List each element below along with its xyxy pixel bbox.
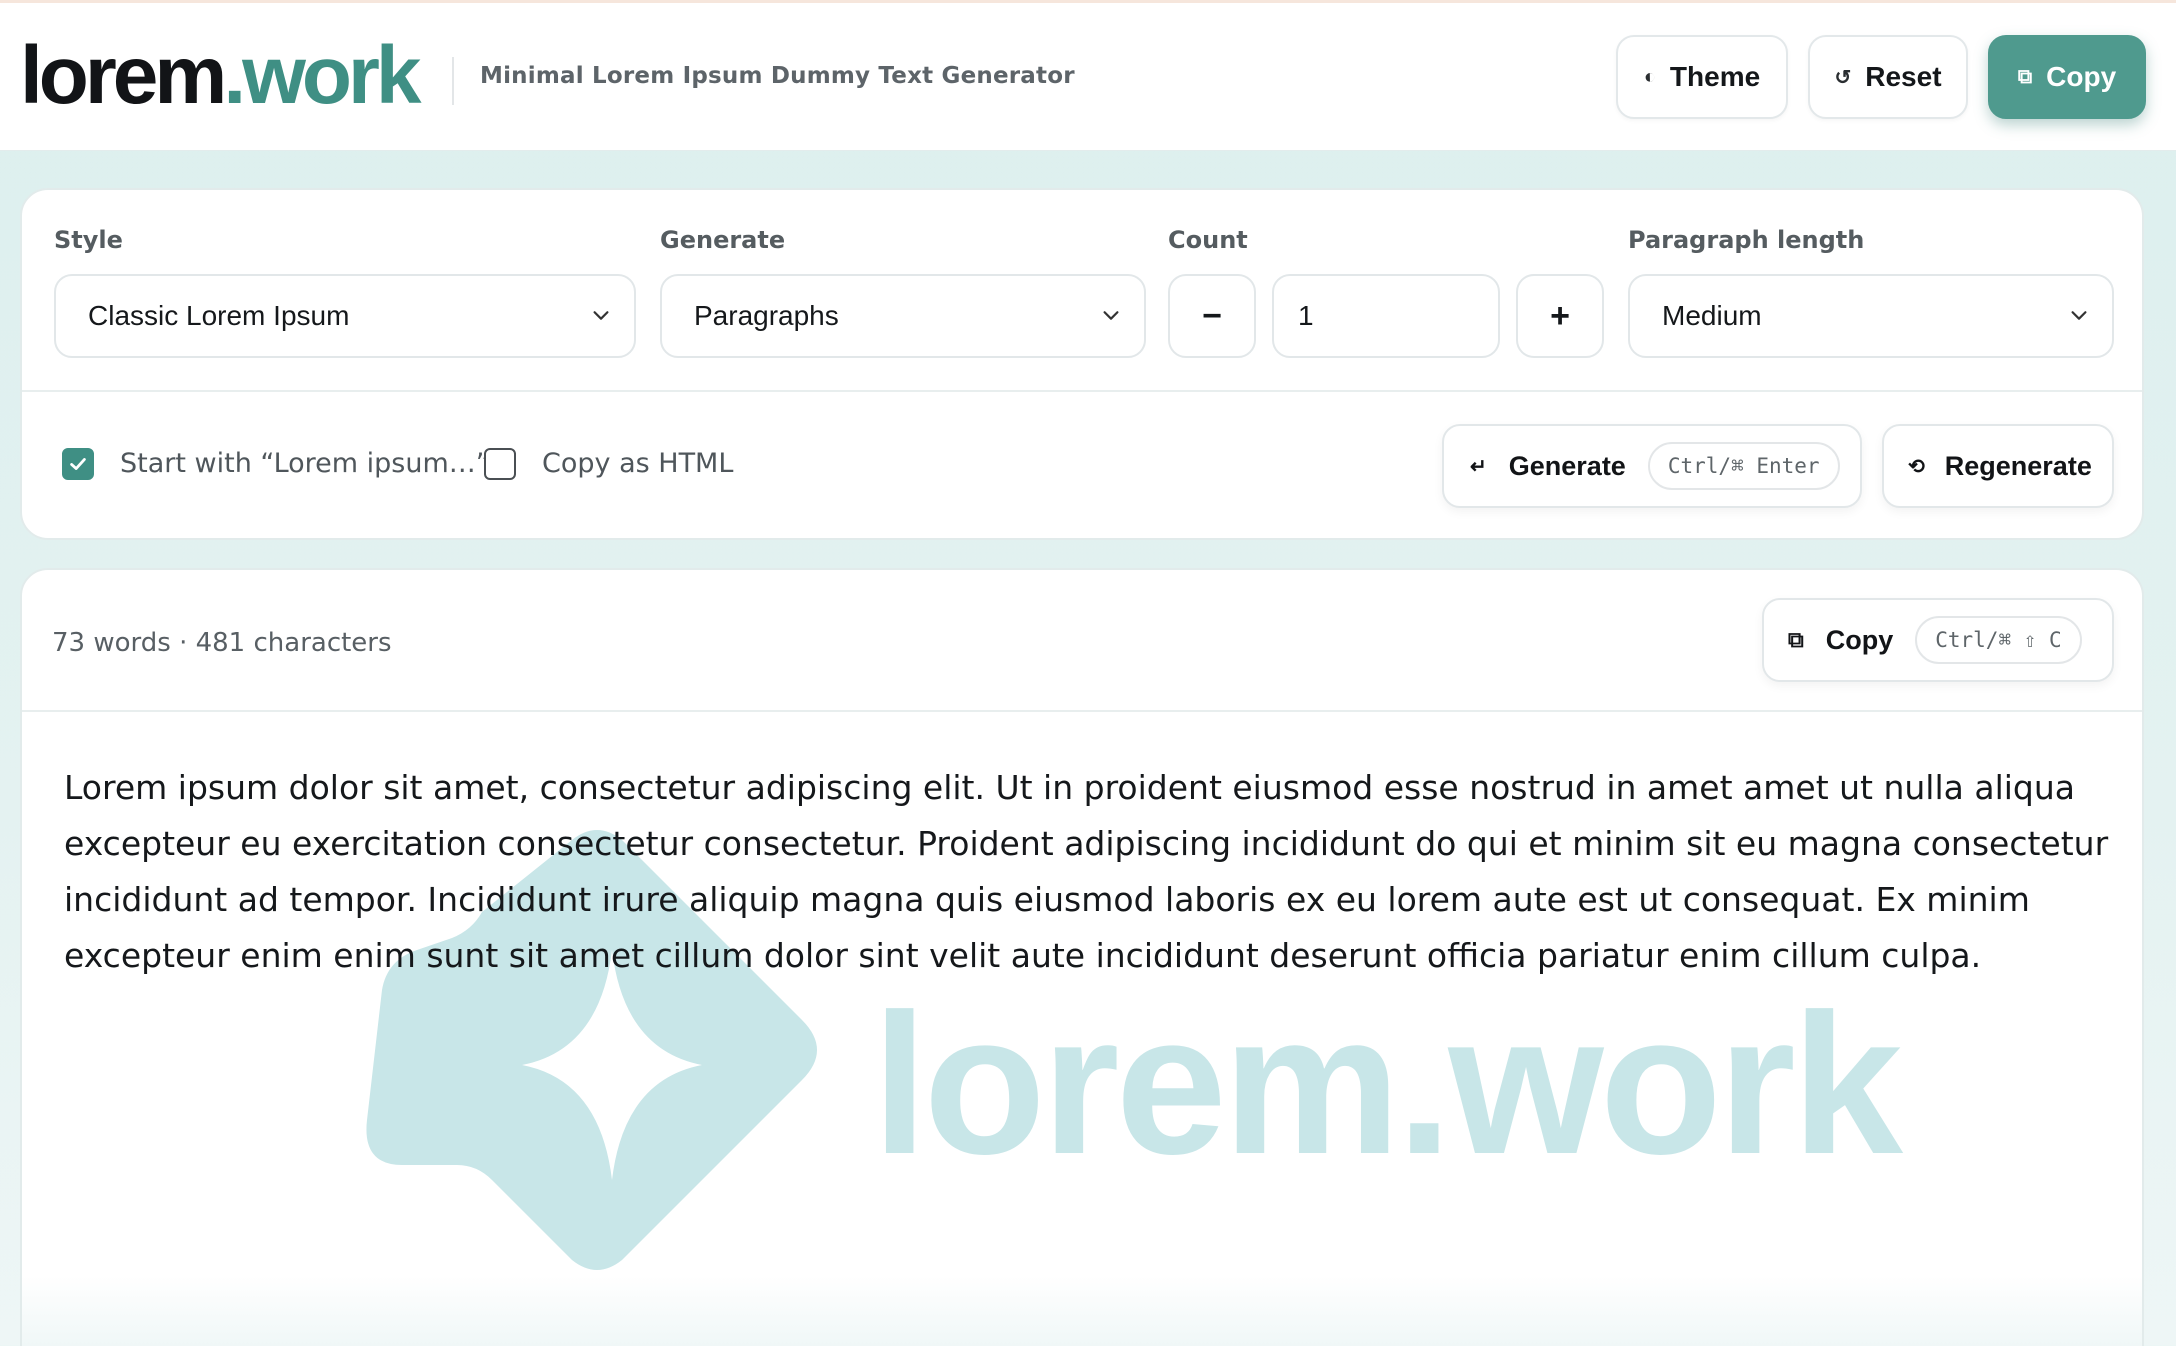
generate-label: Generate xyxy=(660,226,786,254)
output-divider xyxy=(22,710,2142,712)
theme-button[interactable]: ◐ Theme xyxy=(1616,35,1788,119)
copy-icon: ⧉ xyxy=(1788,627,1804,652)
count-label: Count xyxy=(1168,226,1248,254)
settings-card: Style Classic Lorem Ipsum Generate Parag… xyxy=(20,188,2144,540)
copy-as-html-label[interactable]: Copy as HTML xyxy=(542,448,733,480)
logo-text-part1: lorem xyxy=(20,30,227,121)
style-label: Style xyxy=(54,226,123,254)
header-divider xyxy=(452,57,454,105)
header-copy-label: Copy xyxy=(2046,61,2117,92)
style-select-value: Classic Lorem Ipsum xyxy=(88,300,350,331)
start-with-lorem-label[interactable]: Start with “Lorem ipsum…” xyxy=(120,448,490,480)
app-header: lorem.work Minimal Lorem Ipsum Dummy Tex… xyxy=(0,3,2176,151)
output-copy-label: Copy xyxy=(1825,624,1894,655)
generate-button[interactable]: ↵ Generate Ctrl/⌘ Enter xyxy=(1442,424,1862,508)
regenerate-button-label: Regenerate xyxy=(1944,450,2092,481)
output-copy-button[interactable]: ⧉ Copy Ctrl/⌘ ⇧ C xyxy=(1762,598,2114,682)
count-increment-button[interactable]: + xyxy=(1516,274,1604,358)
start-with-lorem-checkbox[interactable] xyxy=(62,448,94,480)
chevron-down-icon xyxy=(1103,311,1119,320)
paragraph-length-label: Paragraph length xyxy=(1628,226,1865,254)
paragraph-length-select[interactable]: Medium xyxy=(1628,274,2114,358)
header-copy-button[interactable]: ⧉ Copy xyxy=(1988,35,2146,119)
word-char-stats: 73 words · 481 characters xyxy=(52,628,392,658)
settings-divider xyxy=(22,390,2142,392)
brand-logo[interactable]: lorem.work xyxy=(20,30,421,121)
bottom-fade xyxy=(22,1276,2142,1346)
chevron-down-icon xyxy=(2071,311,2087,320)
generate-shortcut-badge: Ctrl/⌘ Enter xyxy=(1647,442,1840,490)
logo-text-part2: .work xyxy=(223,30,421,121)
count-decrement-button[interactable]: − xyxy=(1168,274,1256,358)
half-circle-icon: ◐ xyxy=(1643,65,1656,88)
paragraph-length-value: Medium xyxy=(1662,300,1762,331)
generated-lorem-text[interactable]: Lorem ipsum dolor sit amet, consectetur … xyxy=(64,760,2114,984)
regenerate-icon: ⟲ xyxy=(1908,455,1925,478)
reset-button[interactable]: ↺ Reset xyxy=(1808,35,1968,119)
generate-select[interactable]: Paragraphs xyxy=(660,274,1146,358)
copy-as-html-checkbox[interactable] xyxy=(484,448,516,480)
output-card: 73 words · 481 characters ⧉ Copy Ctrl/⌘ … xyxy=(20,568,2144,1346)
tagline: Minimal Lorem Ipsum Dummy Text Generator xyxy=(480,63,1075,89)
enter-arrow-icon: ↵ xyxy=(1470,455,1487,478)
generate-select-value: Paragraphs xyxy=(694,300,839,331)
copy-icon: ⧉ xyxy=(2017,65,2033,88)
generate-button-label: Generate xyxy=(1508,450,1626,481)
chevron-down-icon xyxy=(593,311,609,320)
theme-button-label: Theme xyxy=(1669,61,1761,92)
style-select[interactable]: Classic Lorem Ipsum xyxy=(54,274,636,358)
refresh-icon: ↺ xyxy=(1834,66,1852,89)
reset-button-label: Reset xyxy=(1865,61,1942,92)
brand-watermark-text: lorem.work xyxy=(872,973,1903,1196)
regenerate-button[interactable]: ⟲ Regenerate xyxy=(1882,424,2114,508)
copy-shortcut-badge: Ctrl/⌘ ⇧ C xyxy=(1915,616,2082,664)
checkmark-icon xyxy=(70,458,86,470)
count-input[interactable]: 1 xyxy=(1272,274,1500,358)
